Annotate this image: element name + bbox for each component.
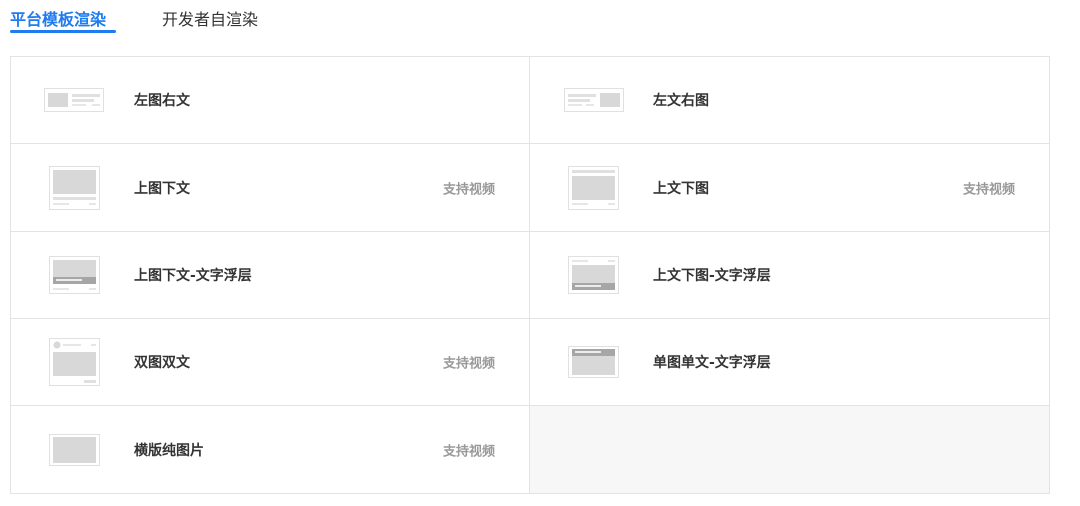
template-option-single-image-text-overlay[interactable]: 单图单文-文字浮层	[529, 318, 1050, 406]
template-option-double-image-double-text[interactable]: 双图双文 支持视频	[10, 318, 530, 406]
template-label: 双图双文	[134, 355, 190, 371]
video-support-badge: 支持视频	[962, 182, 1015, 197]
template-label: 上图下文	[134, 180, 190, 197]
empty-grid-cell	[529, 405, 1050, 494]
template-label: 上文下图-文字浮层	[653, 268, 771, 284]
active-tab-indicator	[10, 30, 116, 33]
top-text-bottom-image-icon	[568, 165, 619, 210]
video-support-badge: 支持视频	[442, 444, 495, 459]
top-text-image-overlay-icon	[568, 256, 619, 294]
tab-developer-render[interactable]: 开发者自渲染	[162, 6, 258, 30]
template-label: 左文右图	[653, 93, 709, 109]
template-label: 横版纯图片	[134, 442, 204, 459]
single-image-text-overlay-icon	[568, 346, 619, 378]
template-label: 上图下文-文字浮层	[134, 268, 252, 284]
double-image-double-text-icon	[49, 338, 100, 386]
landscape-image-icon	[49, 433, 100, 466]
top-image-text-overlay-icon	[49, 256, 100, 294]
template-option-top-image-bottom-text[interactable]: 上图下文 支持视频	[10, 143, 530, 232]
left-text-right-image-icon	[564, 88, 624, 112]
top-image-bottom-text-icon	[49, 165, 100, 210]
template-option-top-text-bottom-image[interactable]: 上文下图 支持视频	[529, 143, 1050, 232]
tab-platform-template[interactable]: 平台模板渲染	[10, 6, 106, 30]
template-option-left-text-right-image[interactable]: 左文右图	[529, 56, 1050, 144]
template-label: 上文下图	[653, 180, 709, 197]
video-support-badge: 支持视频	[442, 182, 495, 197]
template-grid: 左图右文 左文右图 上图下文 支持视频 上文下图 支持视频 上图下文-文字浮层 …	[10, 56, 1050, 494]
template-option-landscape-image[interactable]: 横版纯图片 支持视频	[10, 405, 530, 494]
template-label: 左图右文	[134, 93, 190, 109]
template-label: 单图单文-文字浮层	[653, 355, 771, 371]
video-support-badge: 支持视频	[442, 356, 495, 372]
template-option-top-image-text-overlay[interactable]: 上图下文-文字浮层	[10, 231, 530, 319]
template-option-top-text-image-overlay[interactable]: 上文下图-文字浮层	[529, 231, 1050, 319]
template-option-left-image-right-text[interactable]: 左图右文	[10, 56, 530, 144]
left-image-right-text-icon	[44, 88, 104, 112]
